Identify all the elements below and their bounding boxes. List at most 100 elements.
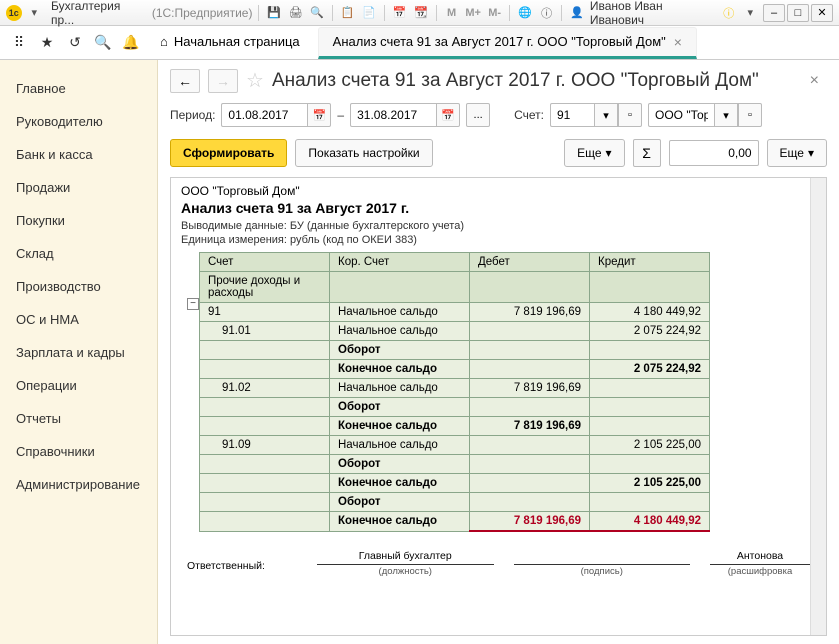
platform-label: (1С:Предприятие) — [152, 6, 253, 20]
tab-home[interactable]: ⌂ Начальная страница — [148, 28, 312, 58]
table-row[interactable]: Прочие доходы и расходы — [200, 272, 710, 303]
date-to-input[interactable] — [350, 103, 436, 127]
col-credit: Кредит — [590, 253, 710, 272]
tab-bar: ⠿ ★ ↺ 🔍 🔔 ⌂ Начальная страница Анализ сч… — [0, 26, 839, 60]
sidebar-item-reports[interactable]: Отчеты — [0, 402, 157, 435]
account-input[interactable] — [550, 103, 594, 127]
info-icon[interactable]: ⓘ — [538, 4, 556, 22]
user-icon: 👤 — [568, 4, 586, 22]
apps-icon[interactable]: ⠿ — [8, 32, 30, 54]
paste-icon[interactable]: 📄 — [360, 4, 378, 22]
date-from-input[interactable] — [221, 103, 307, 127]
sidebar-item-sales[interactable]: Продажи — [0, 171, 157, 204]
col-account: Счет — [200, 253, 330, 272]
copy-icon[interactable]: 📋 — [339, 4, 357, 22]
minimize-button[interactable]: – — [763, 4, 785, 22]
sidebar: Главное Руководителю Банк и касса Продаж… — [0, 60, 158, 644]
chevron-down-icon: ▾ — [808, 146, 814, 160]
action-bar: Сформировать Показать настройки Еще ▾ Σ … — [158, 133, 839, 173]
sidebar-item-manager[interactable]: Руководителю — [0, 105, 157, 138]
tab-close-icon[interactable]: × — [674, 34, 682, 50]
favorite-icon[interactable]: ★ — [36, 32, 58, 54]
sig-responsible: Ответственный: — [187, 550, 297, 577]
account-table: Счет Кор. Счет Дебет Кредит Прочие доход… — [199, 252, 710, 532]
m-icon[interactable]: M — [443, 4, 461, 22]
date-to-picker-icon[interactable]: 📅 — [436, 103, 460, 127]
print-icon[interactable]: 🖨 — [287, 4, 305, 22]
sidebar-item-operations[interactable]: Операции — [0, 369, 157, 402]
org-input[interactable] — [648, 103, 714, 127]
star-icon[interactable]: ☆ — [246, 68, 264, 93]
home-icon: ⌂ — [160, 34, 168, 49]
maximize-button[interactable]: □ — [787, 4, 809, 22]
help-icon[interactable]: ⓘ — [720, 4, 738, 22]
date-from-picker-icon[interactable]: 📅 — [307, 103, 331, 127]
table-row[interactable]: 91Начальное сальдо7 819 196,694 180 449,… — [200, 303, 710, 322]
org-dropdown-icon[interactable]: ▾ — [714, 103, 738, 127]
period-select-button[interactable]: ... — [466, 103, 490, 127]
col-debit: Дебет — [470, 253, 590, 272]
account-open-icon[interactable]: ▫ — [618, 103, 642, 127]
notification-icon[interactable]: 🔔 — [120, 32, 142, 54]
signature-row: Ответственный: Главный бухгалтер (должно… — [187, 550, 810, 577]
sidebar-item-payroll[interactable]: Зарплата и кадры — [0, 336, 157, 369]
title-bar: 1c ▾ Бухгалтерия пр... (1С:Предприятие) … — [0, 0, 839, 26]
sidebar-item-purchases[interactable]: Покупки — [0, 204, 157, 237]
chevron-down-icon: ▾ — [606, 146, 612, 160]
dropdown-icon[interactable]: ▾ — [26, 4, 44, 22]
report-org: ООО "Торговый Дом" — [181, 184, 816, 198]
table-row[interactable]: Конечное сальдо7 819 196,69 — [200, 417, 710, 436]
m-plus-icon[interactable]: M+ — [464, 4, 482, 22]
sidebar-item-bank[interactable]: Банк и касса — [0, 138, 157, 171]
table-row[interactable]: Конечное сальдо2 075 224,92 — [200, 360, 710, 379]
table-row[interactable]: Оборот — [200, 493, 710, 512]
report-area: ООО "Торговый Дом" Анализ счета 91 за Ав… — [170, 177, 827, 636]
dash-label: – — [337, 108, 344, 122]
sig-post: (должность) — [317, 564, 494, 577]
more-button-2[interactable]: Еще ▾ — [767, 139, 827, 167]
show-settings-button[interactable]: Показать настройки — [295, 139, 432, 167]
sidebar-item-warehouse[interactable]: Склад — [0, 237, 157, 270]
sig-chief: Главный бухгалтер — [317, 550, 494, 562]
table-row[interactable]: 91.01Начальное сальдо2 075 224,92 — [200, 322, 710, 341]
calendar-icon[interactable]: 📅 — [391, 4, 409, 22]
table-row[interactable]: Конечное сальдо2 105 225,00 — [200, 474, 710, 493]
search-icon[interactable]: 🔍 — [92, 32, 114, 54]
report-meta-2: Единица измерения: рубль (код по ОКЕИ 38… — [181, 234, 816, 246]
account-dropdown-icon[interactable]: ▾ — [594, 103, 618, 127]
sidebar-item-admin[interactable]: Администрирование — [0, 468, 157, 501]
tree-collapse-icon[interactable]: − — [187, 298, 199, 310]
user-name: Иванов Иван Иванович — [590, 0, 716, 27]
globe-icon[interactable]: 🌐 — [516, 4, 534, 22]
save-icon[interactable]: 💾 — [265, 4, 283, 22]
close-button[interactable]: ✕ — [811, 4, 833, 22]
page-close-icon[interactable]: × — [802, 72, 827, 90]
generate-button[interactable]: Сформировать — [170, 139, 287, 167]
m-minus-icon[interactable]: M- — [486, 4, 504, 22]
sidebar-item-references[interactable]: Справочники — [0, 435, 157, 468]
back-button[interactable]: ← — [170, 69, 200, 93]
sig-decode: (расшифровка — [710, 564, 810, 577]
help-dropdown-icon[interactable]: ▾ — [742, 4, 760, 22]
tab-report[interactable]: Анализ счета 91 за Август 2017 г. ООО "Т… — [318, 27, 697, 59]
preview-icon[interactable]: 🔍 — [308, 4, 326, 22]
table-row[interactable]: Оборот — [200, 455, 710, 474]
tab-report-label: Анализ счета 91 за Август 2017 г. ООО "Т… — [333, 34, 666, 49]
table-row[interactable]: 91.09Начальное сальдо2 105 225,00 — [200, 436, 710, 455]
table-row[interactable]: Оборот — [200, 341, 710, 360]
org-open-icon[interactable]: ▫ — [738, 103, 762, 127]
table-row[interactable]: Оборот — [200, 398, 710, 417]
sidebar-item-assets[interactable]: ОС и НМА — [0, 303, 157, 336]
table-row[interactable]: Конечное сальдо7 819 196,694 180 449,92 — [200, 512, 710, 532]
history-icon[interactable]: ↺ — [64, 32, 86, 54]
app-logo-icon: 1c — [6, 5, 22, 21]
sum-button[interactable]: Σ — [633, 139, 661, 167]
table-row[interactable]: 91.02Начальное сальдо7 819 196,69 — [200, 379, 710, 398]
filter-bar: Период: 📅 – 📅 ... Счет: ▾ ▫ ▾ ▫ — [158, 97, 839, 133]
sidebar-item-main[interactable]: Главное — [0, 72, 157, 105]
col-corr: Кор. Счет — [330, 253, 470, 272]
more-button-1[interactable]: Еще ▾ — [564, 139, 624, 167]
calc-icon[interactable]: 📆 — [412, 4, 430, 22]
forward-button[interactable]: → — [208, 69, 238, 93]
sidebar-item-production[interactable]: Производство — [0, 270, 157, 303]
